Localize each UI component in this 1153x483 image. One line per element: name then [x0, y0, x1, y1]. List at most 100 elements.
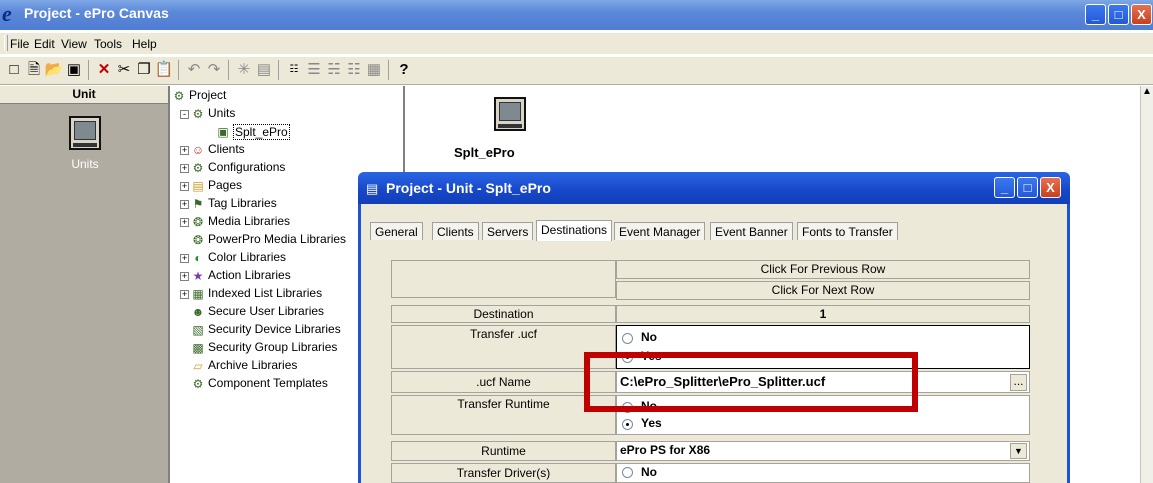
tab-clients[interactable]: Clients [432, 222, 479, 240]
tree-item[interactable]: Action Libraries [208, 268, 291, 282]
sort-icon[interactable]: ☰ [304, 60, 324, 80]
tree-item[interactable]: Pages [208, 178, 242, 192]
tree-item[interactable]: Splt_ePro [233, 124, 290, 140]
runtime-label: Runtime [391, 441, 616, 461]
tree-item[interactable]: Color Libraries [208, 250, 286, 264]
copy-icon[interactable]: ❐ [134, 60, 154, 80]
pages-icon: ▤ [192, 179, 204, 193]
units-icon: ⚙ [192, 107, 204, 121]
runtime-value[interactable]: ePro PS for X86 [620, 443, 710, 457]
tree-item[interactable]: Secure User Libraries [208, 304, 324, 318]
monitor-icon[interactable] [69, 116, 101, 150]
tree-expand-icon[interactable]: ☵ [324, 60, 344, 80]
delete-icon[interactable]: ✕ [94, 60, 114, 80]
tab-servers[interactable]: Servers [482, 222, 534, 240]
menu-help[interactable]: Help [132, 37, 157, 51]
tree-expander-icon[interactable]: + [180, 254, 189, 263]
cut-icon[interactable]: ✂ [114, 60, 134, 80]
menu-bar [0, 33, 1153, 54]
menu-tools[interactable]: Tools [94, 37, 122, 51]
tree-item[interactable]: Clients [208, 142, 245, 156]
tab-general[interactable]: General [370, 222, 423, 240]
paste-icon[interactable]: 📋 [154, 60, 174, 80]
dialog-maximize-button[interactable]: □ [1017, 177, 1038, 198]
tree-item[interactable]: Indexed List Libraries [208, 286, 322, 300]
vertical-scrollbar[interactable] [1140, 86, 1153, 483]
grid-icon[interactable]: ▦ [364, 60, 384, 80]
main-title-bar[interactable] [0, 0, 1153, 30]
transfer-drivers-field[interactable] [616, 463, 1030, 483]
transfer-runtime-yes-radio[interactable] [622, 419, 633, 430]
next-row-button[interactable]: Click For Next Row [616, 281, 1030, 300]
tree-expander-icon[interactable]: + [180, 164, 189, 173]
tree-expander-icon[interactable]: - [180, 110, 189, 119]
grid-corner-cell [391, 260, 616, 298]
transfer-drivers-no-radio[interactable] [622, 467, 633, 478]
transfer-runtime-yes-label: Yes [641, 416, 662, 430]
new-icon[interactable]: □ [4, 60, 24, 80]
dialog-minimize-button[interactable]: _ [994, 177, 1015, 198]
open-folder-icon[interactable]: 📂 [44, 60, 64, 80]
menu-file[interactable]: File [10, 37, 29, 51]
tree-expander-icon[interactable]: + [180, 182, 189, 191]
archive-icon: ▱ [193, 359, 203, 373]
tab-destinations[interactable]: Destinations [536, 220, 613, 241]
tree-expander-icon[interactable]: + [180, 218, 189, 227]
open-doc-icon[interactable]: 🗎 [24, 60, 44, 80]
device-icon: ▧ [192, 323, 204, 337]
unit-panel-header: Unit [0, 86, 168, 104]
tree-item[interactable]: Units [208, 106, 235, 120]
transfer-ucf-no-radio[interactable] [622, 333, 633, 344]
runtime-dropdown-icon[interactable]: ▼ [1010, 443, 1027, 459]
color-icon: ◐ [194, 251, 202, 265]
ucf-browse-button[interactable]: ... [1010, 374, 1027, 391]
dialog-close-button[interactable]: X [1040, 177, 1061, 198]
transfer-drivers-no-label: No [641, 465, 657, 479]
monitor-icon[interactable] [494, 97, 526, 131]
properties-icon[interactable]: ▤ [254, 60, 274, 80]
toolbar-separator [278, 60, 279, 80]
tree-expander-icon[interactable]: + [180, 200, 189, 209]
transfer-runtime-label: Transfer Runtime [391, 395, 616, 435]
tab-event-banner[interactable]: Event Banner [710, 222, 793, 240]
tree-item[interactable]: Tag Libraries [208, 196, 277, 210]
tree-expander-icon[interactable]: + [180, 290, 189, 299]
user-icon: ☻ [191, 305, 205, 319]
tree-expander-icon[interactable]: + [180, 146, 189, 155]
tree-item[interactable]: Media Libraries [208, 214, 290, 228]
tree-item[interactable]: Component Templates [208, 376, 328, 390]
tree-item[interactable]: Configurations [208, 160, 285, 174]
asterisk-icon[interactable]: ✳ [234, 60, 254, 80]
menu-view[interactable]: View [61, 37, 87, 51]
tree-item[interactable]: Security Group Libraries [208, 340, 337, 354]
undo-icon[interactable]: ↶ [184, 60, 204, 80]
media-icon: ❂ [192, 215, 204, 229]
save-icon[interactable]: ▣ [64, 60, 84, 80]
units-label[interactable]: Units [60, 157, 110, 171]
minimize-button[interactable]: _ [1085, 4, 1106, 25]
clients-icon: ☺ [191, 143, 205, 157]
tag-icon: ⚑ [192, 197, 204, 211]
help-icon[interactable]: ? [394, 60, 414, 80]
maximize-button[interactable]: □ [1108, 4, 1129, 25]
menu-edit[interactable]: Edit [34, 37, 55, 51]
previous-row-button[interactable]: Click For Previous Row [616, 260, 1030, 279]
scroll-up-icon[interactable]: ▲ [1141, 86, 1153, 97]
tree-expander-icon[interactable]: + [180, 272, 189, 281]
redo-icon[interactable]: ↷ [204, 60, 224, 80]
canvas-unit-label[interactable]: Splt_ePro [454, 145, 515, 160]
close-button[interactable]: X [1131, 4, 1152, 25]
action-icon: ★ [192, 269, 204, 283]
xml-icon[interactable]: ☷ [284, 60, 304, 80]
media-icon: ❂ [192, 233, 204, 247]
monitor-icon: ▣ [217, 125, 229, 139]
app-logo-icon: e [2, 1, 12, 26]
toolbar-separator [88, 60, 89, 80]
tree-collapse-icon[interactable]: ☷ [344, 60, 364, 80]
tree-item[interactable]: PowerPro Media Libraries [208, 232, 346, 246]
tree-item[interactable]: Archive Libraries [208, 358, 297, 372]
tree-item[interactable]: Security Device Libraries [208, 322, 341, 336]
tab-event-manager[interactable]: Event Manager [614, 222, 706, 240]
tab-fonts-to-transfer[interactable]: Fonts to Transfer [797, 222, 898, 240]
tree-item[interactable]: Project [189, 88, 226, 102]
